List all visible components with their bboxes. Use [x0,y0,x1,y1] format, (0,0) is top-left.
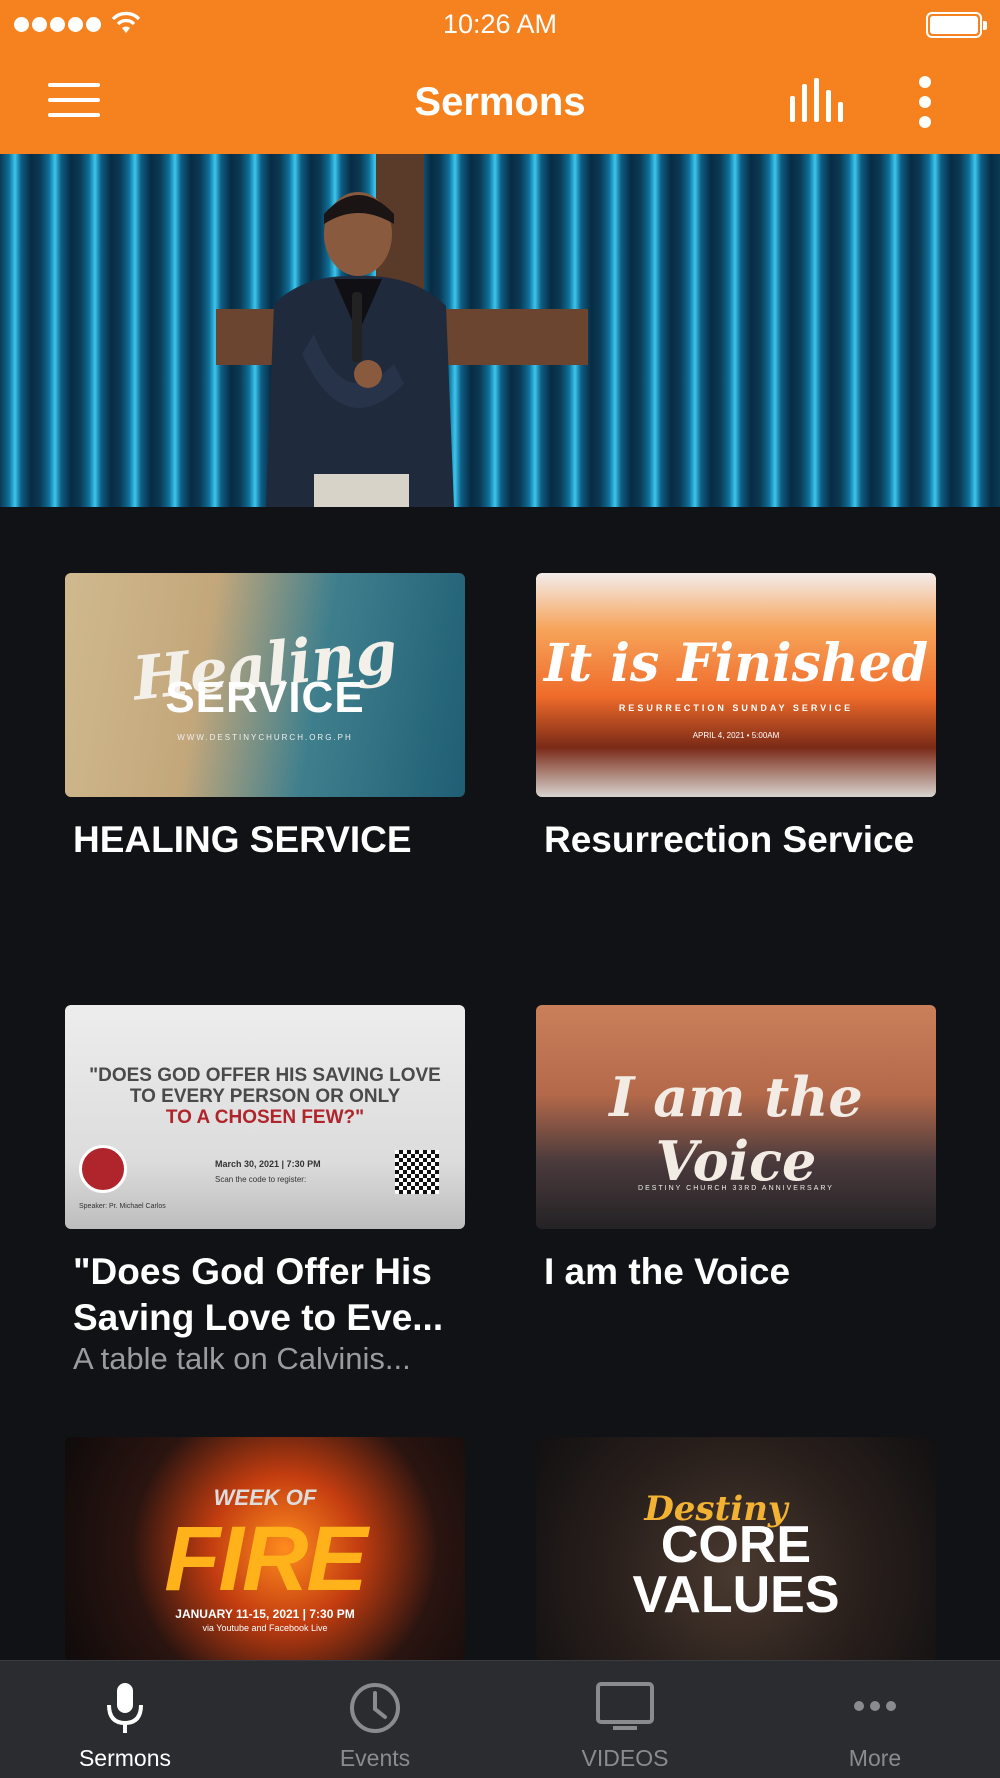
hamburger-icon[interactable] [44,80,102,120]
sermon-card[interactable]: WEEK OF FIRE JANUARY 11-15, 2021 | 7:30 … [65,1437,465,1661]
sermon-title: HEALING SERVICE [73,819,412,860]
speaker-avatar [79,1145,127,1193]
more-dots-icon [854,1701,896,1711]
sermon-title: I am the Voice [544,1251,791,1292]
tab-events[interactable]: Events [250,1661,500,1778]
clock-icon [350,1683,400,1733]
audio-bars-icon[interactable] [786,78,846,128]
sermon-card[interactable]: Destiny CORE VALUES [536,1437,936,1661]
status-bar: 10:26 AM [0,0,1000,50]
speaker-figure [266,192,454,507]
tab-bar: Sermons Events VIDEOS More [0,1660,1000,1778]
page-title: Sermons [414,80,586,124]
sermon-thumbnail: "DOES GOD OFFER HIS SAVING LOVE TO EVERY… [65,1005,465,1229]
sermon-thumbnail: Healing SERVICE WWW.DESTINYCHURCH.ORG.PH [65,573,465,797]
sermon-title: Resurrection Service [544,819,915,860]
sermon-card[interactable]: Healing SERVICE WWW.DESTINYCHURCH.ORG.PH… [65,573,465,863]
tab-label: More [848,1745,902,1771]
tab-label: VIDEOS [581,1745,669,1771]
qr-code-icon [395,1150,439,1194]
sermon-thumbnail: WEEK OF FIRE JANUARY 11-15, 2021 | 7:30 … [65,1437,465,1661]
microphone-icon [107,1683,143,1733]
tab-label: Sermons [78,1745,172,1771]
sermon-title: "Does God Offer His Saving Love to Eve..… [73,1251,444,1338]
sermon-subtitle: A table talk on Calvinis... [73,1341,411,1376]
kebab-icon[interactable] [910,74,940,130]
battery-icon [926,12,987,38]
sermon-card[interactable]: "DOES GOD OFFER HIS SAVING LOVE TO EVERY… [65,1005,465,1377]
sermon-hero-image[interactable] [0,154,1000,507]
tv-icon [596,1682,654,1730]
nav-bar: Sermons [0,50,1000,154]
status-time: 10:26 AM [442,9,558,39]
tab-videos[interactable]: VIDEOS [500,1661,750,1778]
sermon-thumbnail: Destiny CORE VALUES [536,1437,936,1661]
sermon-thumbnail: It is Finished RESURRECTION SUNDAY SERVI… [536,573,936,797]
tab-more[interactable]: More [750,1661,1000,1778]
sermon-card[interactable]: I am the Voice DESTINY CHURCH 33RD ANNIV… [536,1005,936,1295]
tab-label: Events [339,1745,411,1771]
sermon-thumbnail: I am the Voice DESTINY CHURCH 33RD ANNIV… [536,1005,936,1229]
sermon-card[interactable]: It is Finished RESURRECTION SUNDAY SERVI… [536,573,936,863]
tab-sermons[interactable]: Sermons [0,1661,250,1778]
